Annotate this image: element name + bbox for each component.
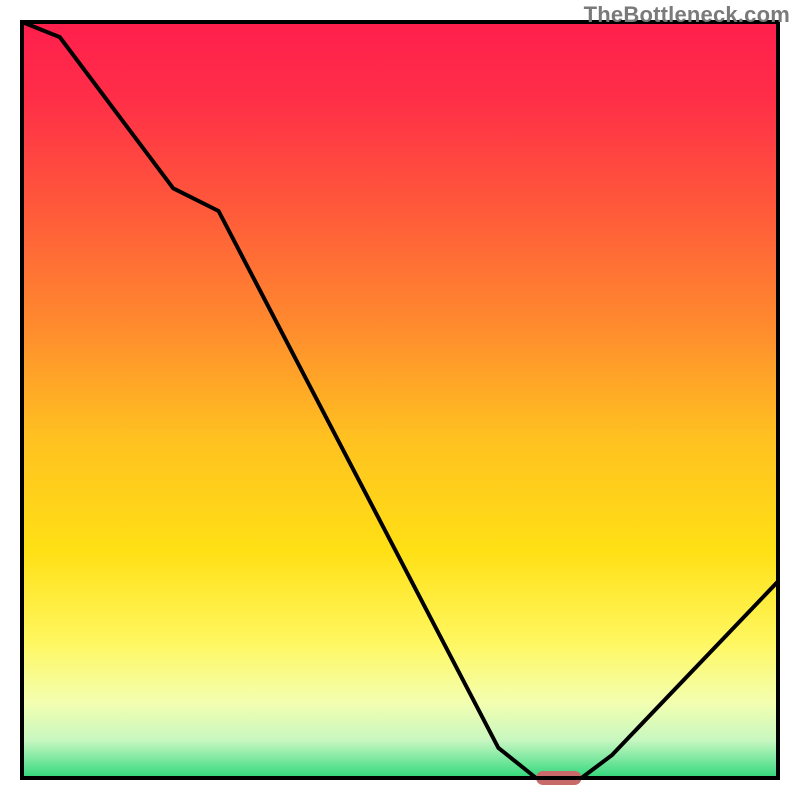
- bottleneck-chart: [0, 0, 800, 800]
- chart-container: TheBottleneck.com: [0, 0, 800, 800]
- watermark-label: TheBottleneck.com: [584, 2, 790, 28]
